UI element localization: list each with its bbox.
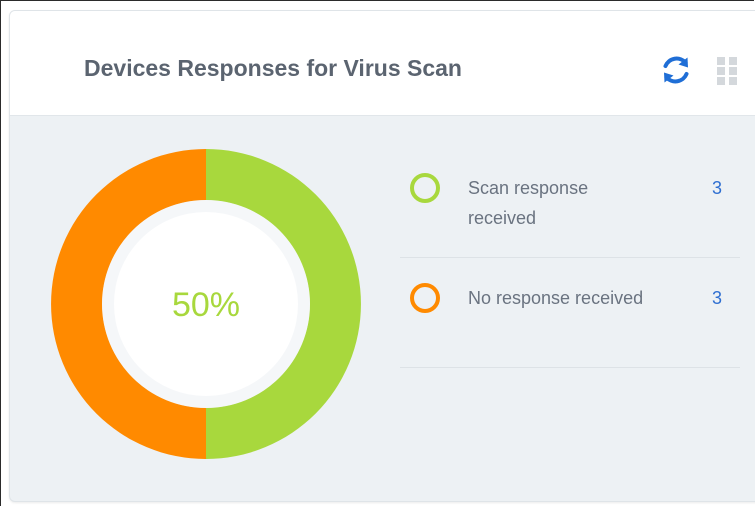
donut-center-label: 50% [172,286,240,324]
refresh-button[interactable] [658,52,694,88]
legend-item-no-response[interactable]: No response received 3 [400,257,740,368]
refresh-icon [663,56,689,84]
virus-scan-widget: Devices Responses for Virus Scan 50% Sca… [9,10,755,502]
grid-drag-icon [717,57,737,85]
legend-item-scan-received[interactable]: Scan response received 3 [400,147,740,258]
donut-chart: 50% [51,149,361,459]
legend-count[interactable]: 3 [712,283,722,313]
legend-label: Scan response received [468,178,589,228]
drag-handle[interactable] [716,56,740,86]
legend-label: No response received [468,288,644,308]
legend-count[interactable]: 3 [712,173,722,203]
legend-marker-received [410,173,440,203]
legend-marker-no-response [410,283,440,313]
